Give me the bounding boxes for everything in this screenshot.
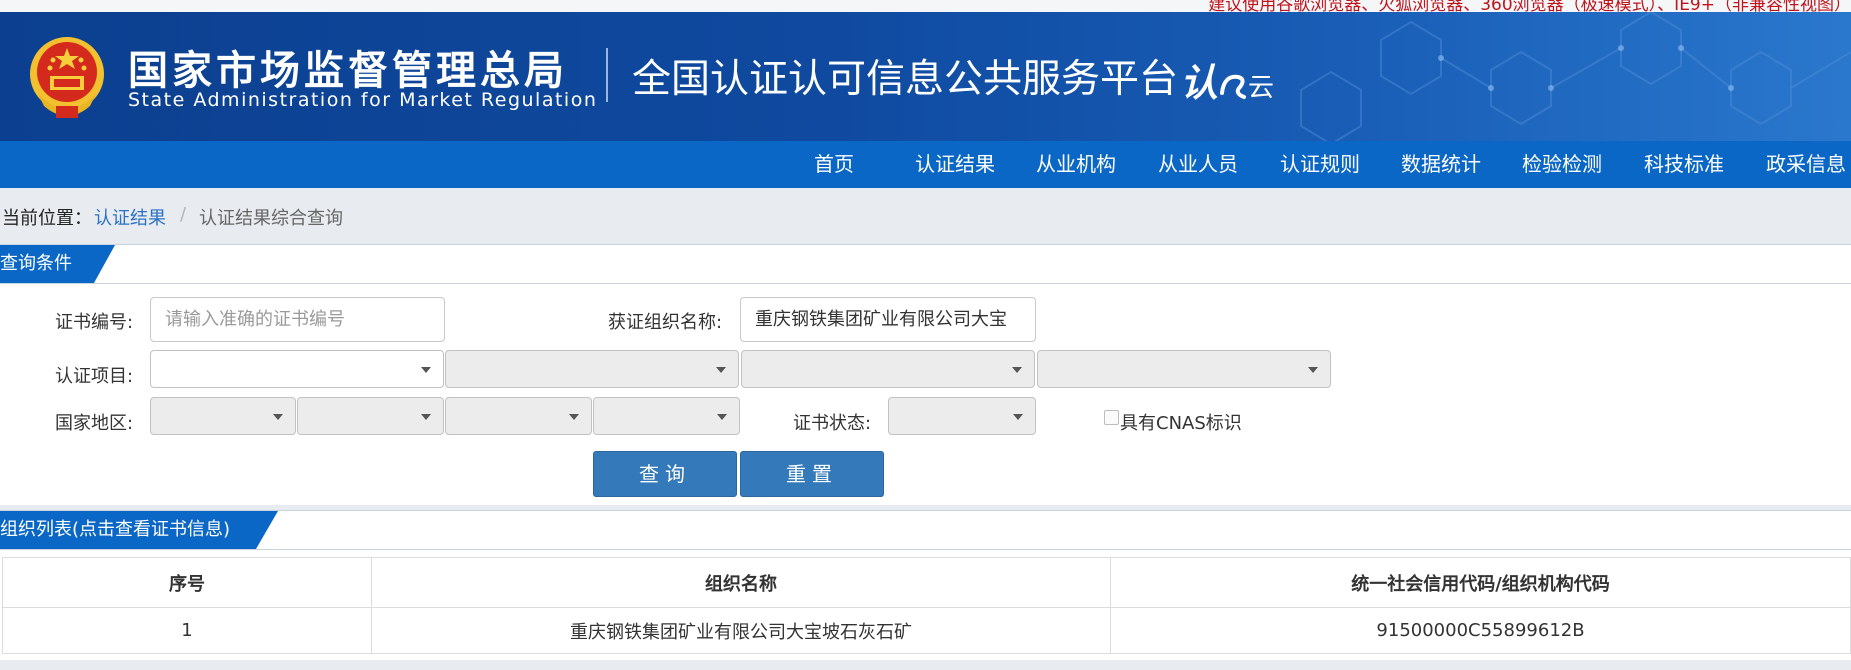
site-header: 国家市场监督管理总局 State Administration for Mark… bbox=[0, 12, 1851, 141]
breadcrumb-link-cert-results[interactable]: 认证结果 bbox=[94, 204, 166, 230]
chevron-down-icon bbox=[569, 414, 579, 420]
browser-notice-bar: 建议使用谷歌浏览器、火狐浏览器、360浏览器（极速模式）、IE9+（非兼容性视图… bbox=[0, 0, 1851, 12]
chevron-down-icon bbox=[273, 414, 283, 420]
chevron-down-icon bbox=[1308, 367, 1318, 373]
row-org-name[interactable]: 重庆钢铁集团矿业有限公司大宝坡石灰石矿 bbox=[371, 607, 1111, 654]
national-emblem-logo bbox=[30, 37, 104, 118]
table-row[interactable]: 1 重庆钢铁集团矿业有限公司大宝坡石灰石矿 91500000C55899612B bbox=[2, 607, 1851, 654]
cert-no-input[interactable]: 请输入准确的证书编号 bbox=[150, 297, 445, 342]
results-section-title: 组织列表(点击查看证书信息) bbox=[0, 519, 231, 540]
region-select-2[interactable] bbox=[297, 397, 444, 435]
agency-name-cn: 国家市场监督管理总局 bbox=[128, 48, 568, 94]
results-table: 序号 组织名称 统一社会信用代码/组织机构代码 1 重庆钢铁集团矿业有限公司大宝… bbox=[2, 557, 1851, 654]
breadcrumb-current-label: 当前位置： bbox=[2, 208, 92, 229]
nav-item-procurement[interactable]: 政采信息 bbox=[1766, 141, 1846, 188]
nav-item-inspection[interactable]: 检验检测 bbox=[1522, 141, 1602, 188]
cnas-label: 具有CNAS标识 bbox=[1120, 413, 1242, 434]
status-label: 证书状态: bbox=[793, 413, 872, 434]
region-select-1[interactable] bbox=[150, 397, 296, 435]
query-section-title: 查询条件 bbox=[0, 253, 72, 274]
project-select-4[interactable] bbox=[1037, 350, 1331, 388]
query-panel-header: 查询条件 bbox=[0, 244, 1851, 284]
row-index: 1 bbox=[2, 607, 372, 654]
chevron-down-icon bbox=[421, 367, 431, 373]
platform-title: 全国认证认可信息公共服务平台 bbox=[632, 57, 1179, 102]
brand-sub: 云 bbox=[1248, 73, 1275, 103]
breadcrumb-separator: / bbox=[180, 204, 187, 225]
project-label: 认证项目: bbox=[55, 366, 134, 387]
nav-item-home[interactable]: 首页 bbox=[814, 141, 854, 188]
hexagon-network-decoration bbox=[1300, 12, 1851, 141]
chevron-down-icon bbox=[1012, 367, 1022, 373]
brand-mark: 认 bbox=[1180, 61, 1219, 105]
chevron-down-icon bbox=[1013, 414, 1023, 420]
project-select-3[interactable] bbox=[741, 350, 1035, 388]
org-name-label: 获证组织名称: bbox=[608, 312, 723, 333]
agency-name-en: State Administration for Market Regulati… bbox=[128, 89, 598, 111]
column-header-index: 序号 bbox=[2, 557, 372, 608]
project-select-1[interactable] bbox=[150, 350, 444, 388]
results-panel-header: 组织列表(点击查看证书信息) bbox=[0, 510, 1851, 550]
nav-item-statistics[interactable]: 数据统计 bbox=[1401, 141, 1481, 188]
status-select[interactable] bbox=[888, 397, 1036, 435]
nav-item-institutions[interactable]: 从业机构 bbox=[1036, 141, 1116, 188]
main-navigation: 首页 认证结果 从业机构 从业人员 认证规则 数据统计 检验检测 科技标准 政采… bbox=[0, 141, 1851, 188]
org-name-input[interactable]: 重庆钢铁集团矿业有限公司大宝 bbox=[740, 297, 1036, 342]
reset-button[interactable]: 重置 bbox=[740, 451, 884, 497]
region-select-4[interactable] bbox=[593, 397, 740, 435]
breadcrumb-current-page: 认证结果综合查询 bbox=[199, 208, 343, 229]
table-header-row: 序号 组织名称 统一社会信用代码/组织机构代码 bbox=[2, 557, 1851, 608]
region-select-3[interactable] bbox=[445, 397, 592, 435]
project-select-2[interactable] bbox=[445, 350, 739, 388]
chevron-down-icon bbox=[421, 414, 431, 420]
region-label: 国家地区: bbox=[55, 413, 134, 434]
row-credit-code: 91500000C55899612B bbox=[1110, 607, 1851, 654]
chevron-down-icon bbox=[716, 367, 726, 373]
breadcrumb: 当前位置： 认证结果 / 认证结果综合查询 bbox=[0, 188, 1851, 244]
chevron-down-icon bbox=[717, 414, 727, 420]
column-header-credit-code: 统一社会信用代码/组织机构代码 bbox=[1110, 557, 1851, 608]
header-divider bbox=[606, 48, 608, 102]
nav-item-cert-rules[interactable]: 认证规则 bbox=[1280, 141, 1360, 188]
column-header-org-name: 组织名称 bbox=[371, 557, 1111, 608]
cnas-checkbox[interactable] bbox=[1104, 410, 1119, 425]
nav-item-standards[interactable]: 科技标准 bbox=[1644, 141, 1724, 188]
cert-no-label: 证书编号: bbox=[55, 312, 134, 333]
brand-swirl-icon bbox=[1220, 74, 1247, 99]
search-button[interactable]: 查询 bbox=[593, 451, 737, 497]
renyun-logo: 认云 bbox=[1180, 52, 1274, 107]
nav-item-cert-results[interactable]: 认证结果 bbox=[915, 141, 995, 188]
nav-item-practitioners[interactable]: 从业人员 bbox=[1158, 141, 1238, 188]
browser-notice-text: 建议使用谷歌浏览器、火狐浏览器、360浏览器（极速模式）、IE9+（非兼容性视图… bbox=[1208, 0, 1851, 12]
page-bottom-strip bbox=[0, 660, 1851, 670]
